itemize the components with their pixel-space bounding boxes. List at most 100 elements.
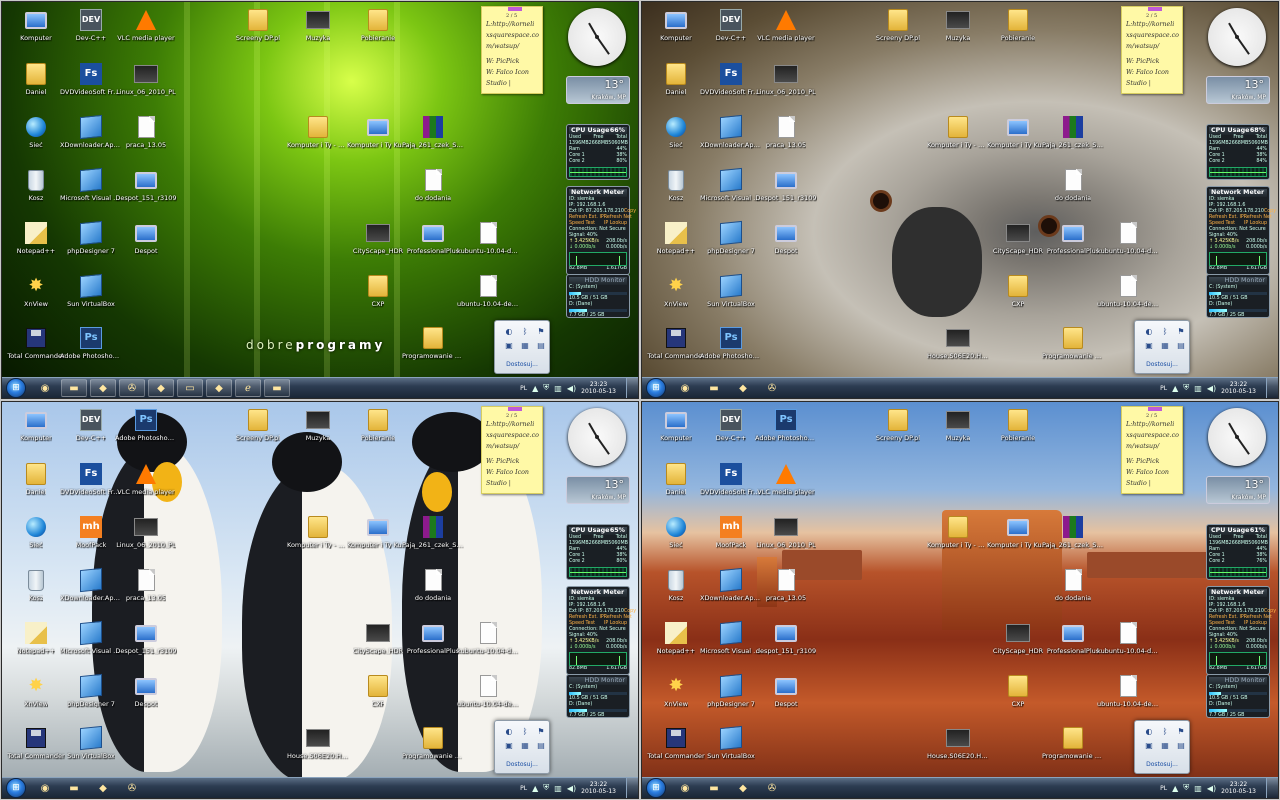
start-button[interactable]: ⊞ (646, 378, 666, 398)
desktop-icon[interactable]: Pobieranie (987, 8, 1049, 42)
desktop-icon[interactable]: CXP (987, 674, 1049, 708)
flag-icon[interactable]: ⚑ (536, 327, 546, 337)
desktop-icon[interactable]: DEV Dev-C++ (700, 8, 762, 42)
desktop-icon[interactable]: Microsoft Visual C++ 2010 Express (60, 167, 122, 202)
desktop-koala[interactable]: Komputer DEV Dev-C++ VLC media player Screen… (641, 1, 1279, 399)
network-icon[interactable]: ▥ (554, 384, 562, 393)
desktop-icon[interactable]: Fs DVDVideoSoft Free Studio (60, 62, 122, 96)
desktop-icon[interactable]: Kosz (5, 168, 67, 202)
start-button[interactable]: ⊞ (646, 778, 666, 798)
cpu-usage-gadget[interactable]: CPU Usage 65% Used Free Total 1396MB 2668MB 506… (566, 524, 630, 580)
desktop-icon[interactable]: despot_151_r3109 (755, 621, 817, 655)
desktop-icon[interactable]: Total Commander (5, 326, 67, 360)
desktop-icon[interactable]: VLC media player (755, 8, 817, 42)
desktop-icon[interactable]: ProfessionalPlus (402, 621, 464, 655)
desktop-desert[interactable]: Komputer DEV Dev-C++ Ps Adobe Photoshop CS4 … (641, 401, 1279, 799)
desktop-icon[interactable]: Linux_06_2010_PL (755, 515, 817, 549)
taskbar-button[interactable]: ✇ (119, 379, 145, 397)
desktop-icon[interactable]: Muzyka (287, 8, 349, 42)
desktop-icon[interactable]: Sun VirtualBox (60, 725, 122, 760)
desktop-icon[interactable]: ProfessionalPlus (402, 221, 464, 255)
desktop-icon[interactable]: CXP (347, 674, 409, 708)
tray-expand-icon[interactable]: ▲ (1172, 784, 1178, 793)
tray-clock[interactable]: 23:22 2010-05-13 (1221, 781, 1256, 795)
desktop-icon[interactable]: Komputer i Ty Kurs PHP (987, 515, 1049, 549)
taskbar-button[interactable]: ◆ (148, 379, 174, 397)
desktop-icon[interactable]: Linux_06_2010_PL (755, 62, 817, 96)
analog-clock[interactable] (1208, 8, 1266, 66)
taskbar-button[interactable]: ◆ (90, 779, 116, 797)
desktop-icon[interactable]: Screeny DP.pl (227, 408, 289, 442)
desktop-icon[interactable]: Despot_151_r3109 (115, 168, 177, 202)
desktop-icon[interactable]: phpDesigner 7 (700, 673, 762, 708)
desktop-icon[interactable]: CityScape_HDR (987, 621, 1049, 655)
desktop-icon[interactable]: Despot (115, 221, 177, 255)
tray-app-icon[interactable]: ▤ (536, 341, 546, 351)
flag-icon[interactable]: ⚑ (1176, 727, 1186, 737)
desktop-icon[interactable]: Kosz (645, 168, 707, 202)
desktop-icon[interactable]: Ps Adobe Photoshop CS4 (64 Bit) (700, 326, 762, 360)
desktop-green[interactable]: dobreprogramy Komputer DEV Dev-C++ VLC media… (1, 1, 639, 399)
desktop-icon[interactable]: Daniel (645, 62, 707, 96)
shield-icon[interactable]: ⛨ (543, 383, 549, 393)
desktop-icon[interactable]: Kosz (5, 568, 67, 602)
cpu-usage-gadget[interactable]: CPU Usage 68% Used Free Total 1396MB 2668MB 506… (1206, 124, 1270, 180)
analog-clock[interactable] (1208, 408, 1266, 466)
cpu-usage-gadget[interactable]: CPU Usage 61% Used Free Total 1396MB 2668MB 506… (1206, 524, 1270, 580)
desktop-icon[interactable]: VLC media player (755, 462, 817, 496)
customize-link[interactable]: Dostosuj... (495, 761, 549, 768)
desktop-icon[interactable]: Komputer (645, 408, 707, 442)
desktop-icon[interactable]: Sieć (645, 115, 707, 149)
desktop-icon[interactable]: Daniel (645, 462, 707, 496)
taskbar-button[interactable]: ▭ (177, 379, 203, 397)
flag-icon[interactable]: ⚑ (1176, 327, 1186, 337)
desktop-icon[interactable]: Pają_261_czek_S_4_... (1042, 115, 1104, 149)
desktop-icon[interactable]: Fs DVDVideoSoft Free Studio (700, 462, 762, 496)
tray-clock[interactable]: 23:22 2010-05-13 (1221, 381, 1256, 395)
tray-app-icon[interactable]: ▣ (1144, 741, 1154, 751)
desktop-icon[interactable]: Sieć (5, 515, 67, 549)
desktop-icon[interactable]: Despot (755, 674, 817, 708)
desktop-icon[interactable]: Microsoft Visual C++ 2010 Express (700, 620, 762, 655)
desktop-icon[interactable]: Komputer i Ty - Multimedialny Ku... (927, 515, 989, 549)
taskbar-button[interactable]: ◆ (730, 779, 756, 797)
start-button[interactable]: ⊞ (6, 778, 26, 798)
volume-icon[interactable]: ◀) (567, 784, 576, 793)
taskbar-button[interactable]: ▬ (61, 779, 87, 797)
bluetooth-icon[interactable]: ᛒ (520, 327, 530, 337)
network-meter-gadget[interactable]: Network Meter ID: siemka IP: 192.168.1.6 Ex… (1206, 586, 1276, 675)
desktop-icon[interactable]: Komputer i Ty - Multimedialny Ku... (287, 115, 349, 149)
desktop-icon[interactable]: Programowanie C++ (402, 326, 464, 360)
desktop-icon[interactable]: House.S06E20.HDT... (927, 726, 989, 760)
taskbar-button[interactable]: ◆ (206, 379, 232, 397)
customize-link[interactable]: Dostosuj... (1135, 361, 1189, 368)
desktop-icon[interactable]: kubuntu-10.04-des... (1097, 621, 1159, 655)
desktop-icon[interactable]: XDownloader.App... (60, 114, 122, 149)
desktop-icon[interactable]: Muzyka (287, 408, 349, 442)
desktop-icon[interactable]: Linux_06_2010_PL (115, 515, 177, 549)
desktop-icon[interactable]: DEV Dev-C++ (700, 408, 762, 442)
tray-app-icon[interactable]: ▦ (1160, 341, 1170, 351)
desktop-icon[interactable]: Sun VirtualBox (700, 273, 762, 308)
weather-gadget[interactable]: 13° Kraków, MP (1206, 476, 1270, 504)
desktop-penguins[interactable]: Komputer DEV Dev-C++ Ps Adobe Photoshop CS4 … (1, 401, 639, 799)
desktop-icon[interactable]: VLC media player (115, 8, 177, 42)
network-icon[interactable]: ▥ (1194, 784, 1202, 793)
desktop-icon[interactable]: Komputer i Ty Kurs PHP (347, 115, 409, 149)
desktop-icon[interactable]: Komputer i Ty Kurs PHP (347, 515, 409, 549)
desktop-icon[interactable]: praca_13.05 (115, 115, 177, 149)
sticky-note[interactable]: 2 / 5 L:http://korneli xsquarespace.co m/wa… (481, 6, 543, 94)
bluetooth-icon[interactable]: ᛒ (520, 727, 530, 737)
volume-icon[interactable]: ◀) (567, 384, 576, 393)
network-meter-gadget[interactable]: Network Meter ID: siemka IP: 192.168.1.6 Ex… (1206, 186, 1276, 275)
desktop-icon[interactable]: DEV Dev-C++ (60, 8, 122, 42)
desktop-icon[interactable]: Sun VirtualBox (700, 725, 762, 760)
tray-expand-icon[interactable]: ▲ (1172, 384, 1178, 393)
tray-app-icon[interactable]: ▤ (536, 741, 546, 751)
taskbar-button[interactable]: ✇ (759, 379, 785, 397)
desktop-icon[interactable]: CityScape_HDR (987, 221, 1049, 255)
tray-app-icon[interactable]: ▦ (1160, 741, 1170, 751)
desktop-icon[interactable]: Pają_261_czek_S_4_... (402, 515, 464, 549)
desktop-icon[interactable]: Kosz (645, 568, 707, 602)
desktop-icon[interactable]: ubuntu-10.04-desk... (457, 274, 519, 308)
